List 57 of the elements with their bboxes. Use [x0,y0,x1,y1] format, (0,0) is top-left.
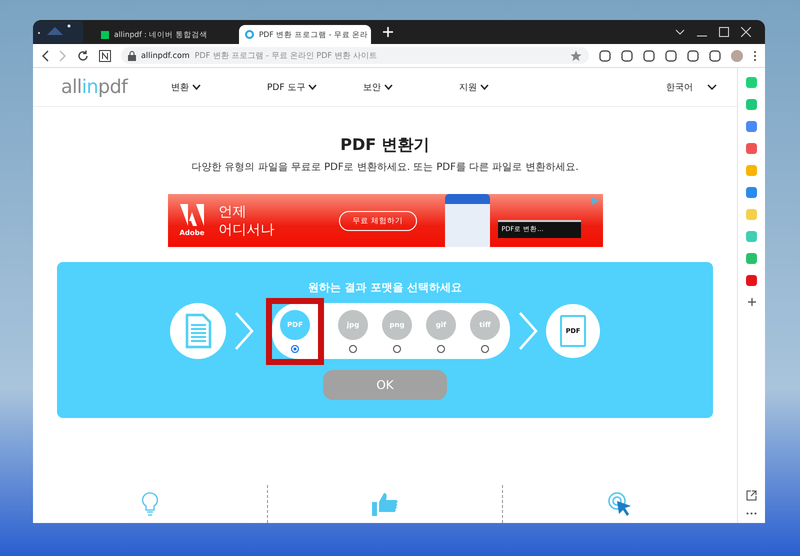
cursor-click-icon [607,491,633,517]
radio-button[interactable] [349,344,357,352]
nav-menu-item[interactable]: PDF 도구 [267,80,363,94]
toolbar-icon[interactable] [599,50,611,62]
toolbar-icon[interactable] [709,50,721,62]
phone-screenshot-drawing [444,194,490,247]
toolbar-icon[interactable] [687,50,699,62]
lock-icon [128,50,136,60]
naver-favicon-icon [101,30,109,38]
chevron-down-icon [308,84,318,90]
n-square-icon[interactable] [99,50,111,62]
thumbs-up-icon [372,492,398,516]
address-bar[interactable]: allinpdf.com PDF 변환 프로그램 - 무료 온라인 PDF 변환 사이트 [121,47,589,64]
sidebar-app-icon[interactable] [746,121,757,132]
converter-prompt: 원하는 결과 포맷을 선택하세요 [308,280,462,295]
url-domain: allinpdf.com [141,51,190,60]
sidebar-app-icon[interactable] [746,275,757,286]
document-icon [170,303,226,359]
adobe-logo-icon [180,204,204,226]
sidebar-app-icon[interactable] [746,143,757,154]
ad-headline: 언제 어디서나 [218,202,276,238]
radio-button[interactable] [291,344,299,352]
page-heading: PDF 변환기 [340,135,430,156]
chevron-down-icon [192,84,201,90]
close-icon[interactable] [741,27,751,37]
star-icon[interactable] [570,50,582,62]
maximize-icon[interactable] [719,27,729,37]
toolbar-icon[interactable] [621,50,633,62]
chevron-right-icon [234,311,254,351]
chevron-down-icon [384,84,393,90]
new-tab-icon[interactable] [383,27,393,37]
external-link-icon[interactable] [746,490,757,501]
toolbar-icon[interactable] [665,50,677,62]
nav-menu-item[interactable]: 지원 [459,80,555,94]
language-selector[interactable]: 한국어 [666,80,717,94]
reload-icon[interactable] [77,50,89,62]
page-subtitle: 다양한 유형의 파일을 무료로 PDF로 변환하세요. 또는 PDF를 다른 파일로 변환하세요. [191,161,579,174]
radio-button[interactable] [437,344,445,352]
more-icon[interactable] [746,512,757,515]
radio-button[interactable] [393,344,401,352]
add-icon[interactable] [746,297,756,307]
toolbar-icon[interactable] [643,50,655,62]
radio-button[interactable] [481,344,489,352]
more-icon[interactable] [753,50,757,62]
back-icon[interactable] [41,50,49,62]
nav-menu-item[interactable]: 변환 [171,80,267,94]
wallpaper-thumbnail-icon [33,20,83,44]
chevron-down-icon [707,84,717,90]
chevron-down-icon [480,84,489,90]
site-logo[interactable]: allinpdf [61,76,171,98]
nav-menu-item[interactable]: 보안 [363,80,459,94]
page-title-text: PDF 변환 프로그램 - 무료 온라인 PDF 변환 사이트 [194,50,378,61]
sidebar-app-icon[interactable] [746,187,757,198]
chevron-right-icon [518,311,538,351]
chevron-down-icon[interactable] [675,29,685,35]
ring-favicon-icon [245,30,254,39]
lightbulb-icon [142,492,158,516]
